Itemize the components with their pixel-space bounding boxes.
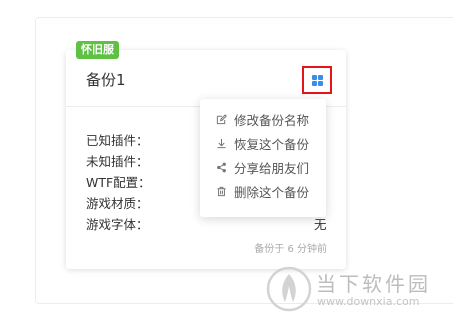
info-value-game-fonts: 无 xyxy=(314,217,327,232)
site-watermark: 当下软件园 www.downxia.com xyxy=(266,266,436,324)
watermark-logo-icon xyxy=(266,266,312,312)
backup-menu-button[interactable] xyxy=(302,66,332,94)
watermark-site-name: 当下软件园 xyxy=(316,272,431,296)
watermark-site-url: www.downxia.com xyxy=(317,295,420,308)
backup-card-title: 备份1 xyxy=(86,71,126,89)
info-label-game-fonts: 游戏字体： xyxy=(86,217,149,232)
menu-item-share[interactable]: 分享给朋友们 xyxy=(200,155,326,179)
menu-item-label: 恢复这个备份 xyxy=(234,136,310,152)
edit-icon xyxy=(216,113,227,124)
info-label-known-addons: 已知插件： xyxy=(86,133,149,148)
menu-item-restore[interactable]: 恢复这个备份 xyxy=(200,131,326,155)
download-icon xyxy=(217,138,226,148)
menu-item-label: 修改备份名称 xyxy=(234,112,310,128)
info-label-unknown-addons: 未知插件： xyxy=(86,154,149,169)
backup-actions-menu: 修改备份名称 恢复这个备份 分享给朋友们 删除这个备份 xyxy=(200,99,326,217)
grid-icon xyxy=(311,74,323,86)
share-icon xyxy=(217,162,226,172)
server-type-badge: 怀旧服 xyxy=(76,41,119,59)
trash-icon xyxy=(217,186,226,196)
menu-item-rename[interactable]: 修改备份名称 xyxy=(200,107,326,131)
info-label-wtf-config: WTF配置： xyxy=(86,175,151,190)
backup-info-list: 已知插件： 未知插件： WTF配置： 游戏材质： 游戏字体： xyxy=(86,130,151,235)
info-label-game-textures: 游戏材质： xyxy=(86,196,149,211)
backup-timestamp: 备份于 6 分钟前 xyxy=(254,244,327,255)
menu-item-label: 分享给朋友们 xyxy=(234,160,310,176)
menu-item-delete[interactable]: 删除这个备份 xyxy=(200,179,326,203)
menu-item-label: 删除这个备份 xyxy=(234,184,310,200)
